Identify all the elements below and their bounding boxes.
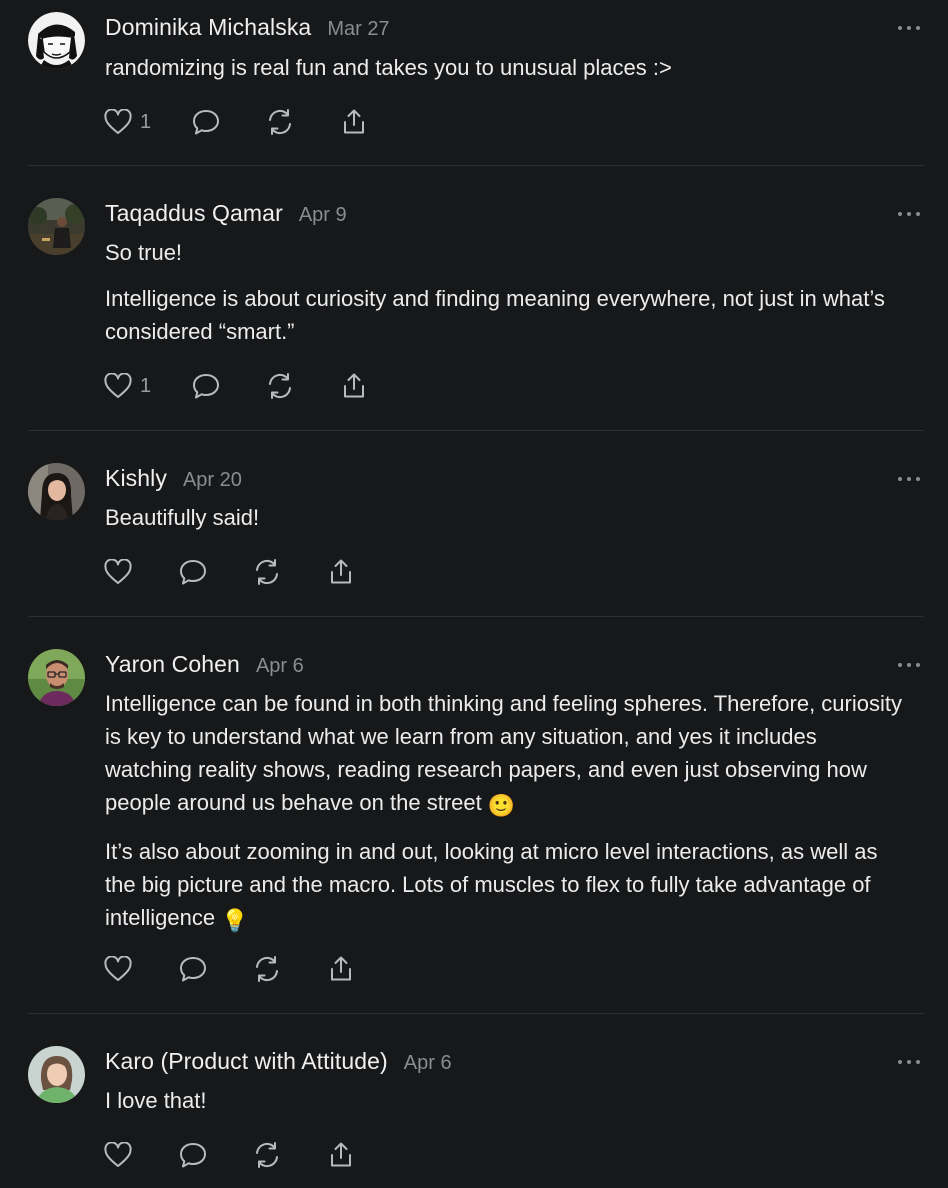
comment-date[interactable]: Apr 9 xyxy=(299,204,347,227)
more-options-icon[interactable] xyxy=(898,209,920,219)
photo-avatar-woman-green-icon xyxy=(28,1046,85,1103)
share-icon xyxy=(331,1142,351,1167)
like-button[interactable] xyxy=(104,559,132,585)
comment-date[interactable]: Mar 27 xyxy=(327,18,389,41)
share-button[interactable] xyxy=(326,954,356,984)
restack-button[interactable] xyxy=(252,1140,282,1170)
restack-icon xyxy=(256,1142,278,1168)
share-icon xyxy=(331,956,351,981)
photo-avatar-man-glasses-icon xyxy=(28,649,85,706)
author-name[interactable]: Dominika Michalska xyxy=(105,14,311,41)
comment-paragraph: Beautifully said! xyxy=(105,505,260,530)
like-count: 1 xyxy=(140,374,152,397)
comment-date[interactable]: Apr 6 xyxy=(404,1052,452,1075)
avatar[interactable] xyxy=(28,463,85,520)
like-button[interactable] xyxy=(104,1142,132,1168)
comment-divider xyxy=(28,430,924,431)
like-button[interactable] xyxy=(104,956,132,982)
reply-button[interactable] xyxy=(178,1141,208,1169)
more-options-icon[interactable] xyxy=(898,23,920,33)
light-bulb-emoji-icon: 💡 xyxy=(221,908,249,933)
comment-divider xyxy=(28,165,924,166)
comment-paragraph: Intelligence can be found in both thinki… xyxy=(105,687,905,822)
reply-button[interactable] xyxy=(191,372,221,400)
restack-button[interactable] xyxy=(265,371,295,401)
restack-icon xyxy=(256,559,278,585)
comment-header: Kishly Apr 20 xyxy=(105,465,242,495)
author-name[interactable]: Taqaddus Qamar xyxy=(105,200,283,227)
photo-avatar-outdoor-icon xyxy=(28,198,85,255)
restack-icon xyxy=(269,373,292,399)
author-name[interactable]: Kishly xyxy=(105,465,167,492)
comment-body: Intelligence can be found in both thinki… xyxy=(105,687,905,937)
comment-paragraph: I love that! xyxy=(105,1088,207,1113)
like-button[interactable]: 1 xyxy=(104,109,151,135)
comment-paragraph: It’s also about zooming in and out, look… xyxy=(105,835,905,937)
comment-paragraph: randomizing is real fun and takes you to… xyxy=(105,55,672,80)
heart-icon xyxy=(104,559,132,584)
reply-icon xyxy=(193,374,220,399)
comment-divider xyxy=(28,616,924,617)
comment-paragraph: Intelligence is about curiosity and find… xyxy=(105,286,885,344)
reply-icon xyxy=(180,560,206,585)
reply-button[interactable] xyxy=(178,955,208,983)
comments-feed: Dominika Michalska Mar 27 randomizing is… xyxy=(0,0,948,1188)
restack-button[interactable] xyxy=(252,954,282,984)
reply-icon xyxy=(180,1143,206,1168)
reply-button[interactable] xyxy=(191,108,221,136)
share-button[interactable] xyxy=(339,371,369,401)
more-options-icon[interactable] xyxy=(898,1057,920,1067)
heart-icon xyxy=(104,373,132,398)
photo-avatar-woman-icon xyxy=(28,463,85,520)
restack-button[interactable] xyxy=(265,107,295,137)
comment-header: Karo (Product with Attitude) Apr 6 xyxy=(105,1048,452,1078)
share-icon xyxy=(331,559,351,584)
share-icon xyxy=(344,373,365,398)
reply-button[interactable] xyxy=(178,558,208,586)
comment-actions: 1 xyxy=(104,107,413,137)
avatar[interactable] xyxy=(28,12,85,69)
heart-icon xyxy=(104,1142,132,1167)
avatar[interactable] xyxy=(28,198,85,255)
like-count: 1 xyxy=(140,110,152,133)
comment-date[interactable]: Apr 20 xyxy=(183,469,242,492)
more-options-icon[interactable] xyxy=(898,660,920,670)
author-name[interactable]: Yaron Cohen xyxy=(105,651,240,678)
reply-icon xyxy=(193,110,220,135)
avatar[interactable] xyxy=(28,1046,85,1103)
slight-smile-emoji-icon: 🙂 xyxy=(487,793,516,818)
avatar[interactable] xyxy=(28,649,85,706)
comment-actions xyxy=(104,557,400,587)
comment-actions xyxy=(104,1140,400,1170)
restack-icon xyxy=(256,956,278,982)
share-button[interactable] xyxy=(326,557,356,587)
share-button[interactable] xyxy=(339,107,369,137)
heart-icon xyxy=(104,109,132,134)
author-name[interactable]: Karo (Product with Attitude) xyxy=(105,1048,388,1075)
comment-actions xyxy=(104,954,400,984)
sketch-portrait-avatar-icon xyxy=(28,12,85,69)
comment-body: I love that! xyxy=(105,1084,905,1117)
comment-body: Beautifully said! xyxy=(105,501,905,534)
reply-icon xyxy=(180,957,206,982)
comment-divider xyxy=(28,1013,924,1014)
restack-button[interactable] xyxy=(252,557,282,587)
heart-icon xyxy=(104,956,132,981)
comment-body: randomizing is real fun and takes you to… xyxy=(105,51,905,84)
comment-header: Yaron Cohen Apr 6 xyxy=(105,651,304,681)
comment-header: Dominika Michalska Mar 27 xyxy=(105,14,390,44)
comment-actions: 1 xyxy=(104,371,413,401)
more-options-icon[interactable] xyxy=(898,474,920,484)
like-button[interactable]: 1 xyxy=(104,373,151,399)
share-button[interactable] xyxy=(326,1140,356,1170)
share-icon xyxy=(344,109,365,134)
comment-date[interactable]: Apr 6 xyxy=(256,655,304,678)
restack-icon xyxy=(269,109,292,135)
comment-paragraph: So true! xyxy=(105,240,183,265)
comment-body: So true! Intelligence is about curiosity… xyxy=(105,236,905,348)
comment-header: Taqaddus Qamar Apr 9 xyxy=(105,200,347,230)
